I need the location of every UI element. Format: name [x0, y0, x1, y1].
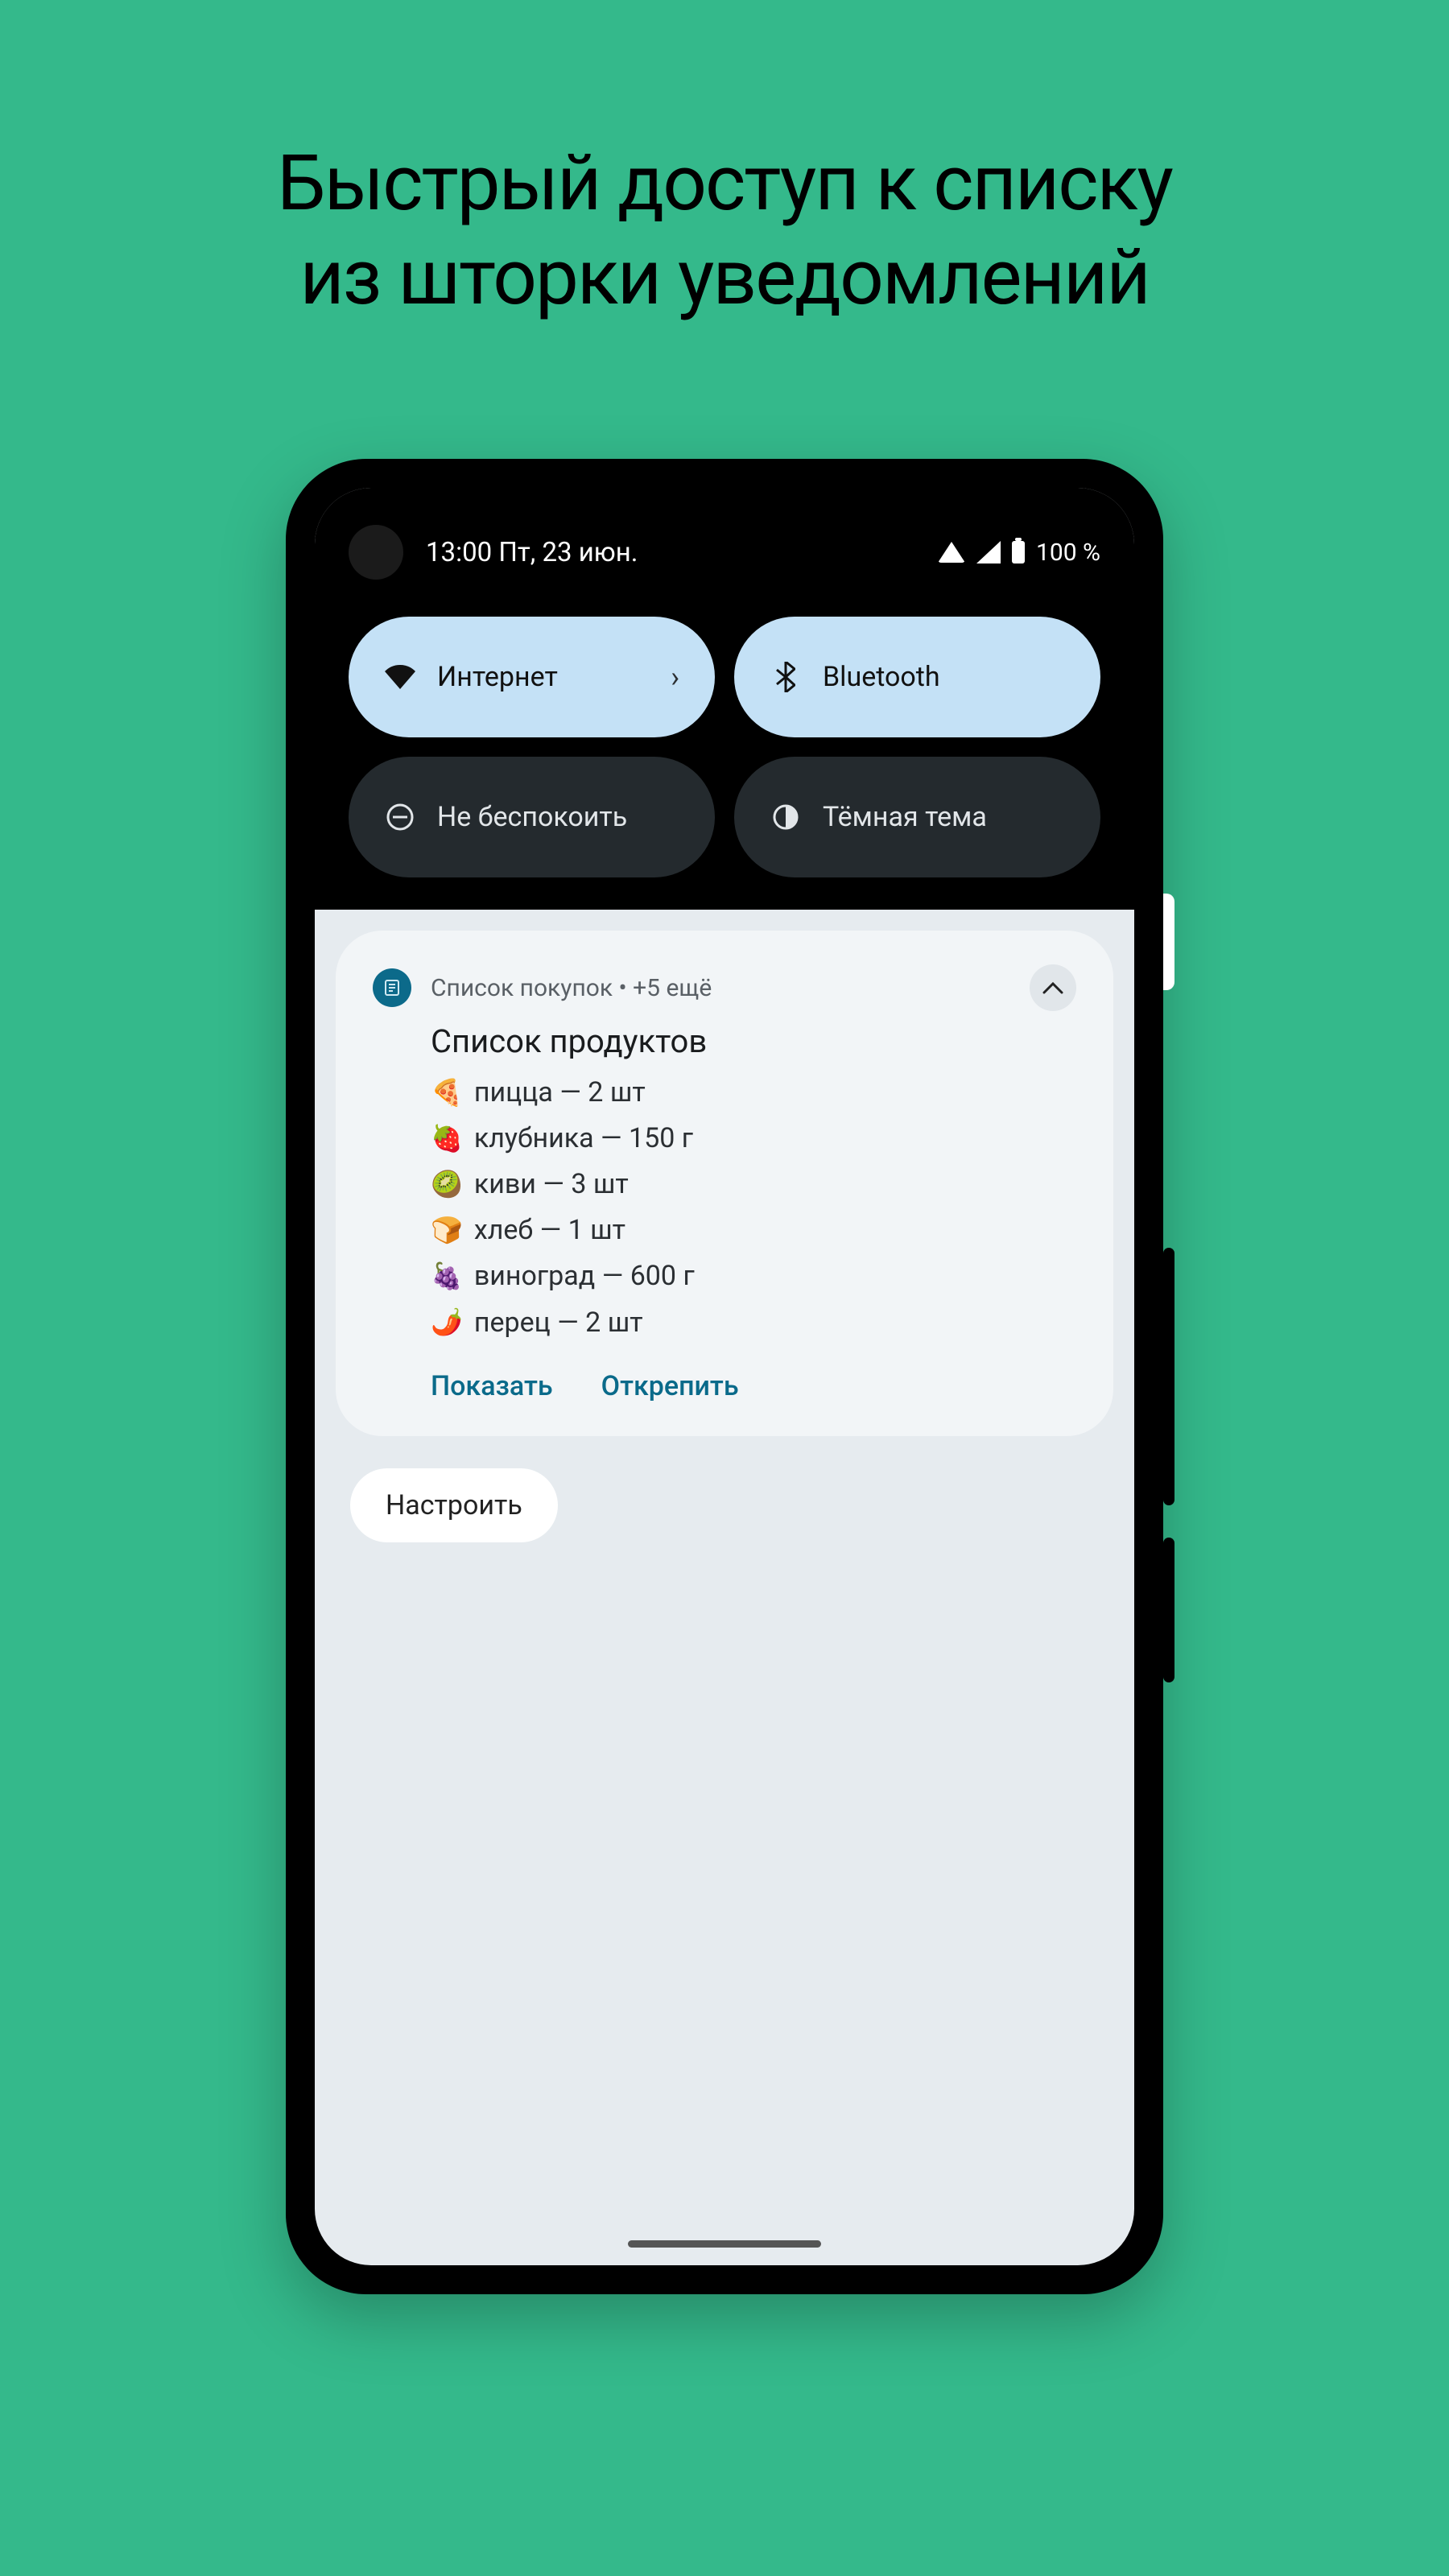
- app-icon: [373, 968, 411, 1007]
- page-title: Быстрый доступ к списку из шторки уведом…: [0, 0, 1449, 325]
- qs-tile-dnd[interactable]: Не беспокоить: [349, 757, 715, 877]
- item-emoji: 🍕: [431, 1071, 463, 1115]
- status-icons: 100 %: [938, 539, 1100, 567]
- phone-screen: 13:00 Пт, 23 июн. 100 % Интернет ›: [315, 488, 1134, 2265]
- notification-actions: Показать Открепить: [373, 1346, 1076, 1402]
- status-clock: 13:00 Пт, 23 июн.: [423, 537, 919, 568]
- notification-title: Список продуктов: [431, 1022, 1076, 1060]
- bluetooth-icon: [770, 661, 802, 693]
- list-item: 🌶️ перец — 2 шт: [431, 1300, 1076, 1346]
- dark-theme-icon: [770, 801, 802, 833]
- action-show[interactable]: Показать: [431, 1370, 553, 1402]
- qs-tile-bluetooth[interactable]: Bluetooth: [734, 617, 1100, 737]
- battery-text: 100 %: [1036, 539, 1100, 567]
- notification-header: Список покупок • +5 ещё: [373, 964, 1076, 1011]
- qs-label: Bluetooth: [823, 661, 1065, 693]
- volume-button: [1163, 1538, 1174, 1682]
- battery-icon: [1012, 541, 1025, 564]
- volume-button: [1163, 1248, 1174, 1505]
- qs-tile-internet[interactable]: Интернет ›: [349, 617, 715, 737]
- dnd-icon: [384, 801, 416, 833]
- notification-shade-header: 13:00 Пт, 23 июн. 100 % Интернет ›: [315, 488, 1134, 910]
- item-emoji: 🍇: [431, 1255, 463, 1298]
- quick-settings: Интернет › Bluetooth Не беспокоить: [349, 617, 1100, 877]
- front-camera: [349, 525, 403, 580]
- configure-button[interactable]: Настроить: [350, 1468, 558, 1542]
- item-emoji: 🍞: [431, 1209, 463, 1253]
- collapse-button[interactable]: [1030, 964, 1076, 1011]
- hero-line2: из шторки уведомлений: [0, 231, 1449, 325]
- status-bar: 13:00 Пт, 23 июн. 100 %: [349, 520, 1100, 617]
- list-item: 🍓клубника — 150 г: [431, 1116, 1076, 1162]
- item-text: клубника — 150 г: [474, 1116, 693, 1162]
- notification-meta: Список покупок • +5 ещё: [431, 974, 1010, 1002]
- item-emoji: 🌶️: [431, 1301, 463, 1344]
- wifi-icon: [384, 661, 416, 693]
- phone-frame: 13:00 Пт, 23 июн. 100 % Интернет ›: [286, 459, 1163, 2294]
- gesture-bar: [628, 2240, 821, 2248]
- notification-body: Список продуктов 🍕пицца — 2 шт🍓клубника …: [373, 1011, 1076, 1346]
- notification-card[interactable]: Список покупок • +5 ещё Список продуктов…: [336, 931, 1113, 1436]
- hero-line1: Быстрый доступ к списку: [0, 137, 1449, 231]
- item-text: киви — 3 шт: [474, 1162, 629, 1208]
- list-item: 🥝киви — 3 шт: [431, 1162, 1076, 1208]
- chevron-right-icon: ›: [671, 660, 679, 694]
- power-button: [1163, 894, 1174, 990]
- list-item: 🍞хлеб — 1 шт: [431, 1208, 1076, 1253]
- item-text: перец — 2 шт: [474, 1300, 643, 1346]
- item-text: пицца — 2 шт: [474, 1070, 646, 1116]
- qs-label: Не беспокоить: [437, 801, 679, 833]
- cell-icon: [976, 541, 1001, 564]
- qs-label: Тёмная тема: [823, 801, 1065, 833]
- item-text: виноград — 600 г: [474, 1253, 695, 1299]
- list-item: 🍕пицца — 2 шт: [431, 1070, 1076, 1116]
- qs-label: Интернет: [437, 661, 650, 693]
- item-text: хлеб — 1 шт: [474, 1208, 625, 1253]
- chevron-up-icon: [1042, 981, 1063, 994]
- notification-meta-suffix: • +5 ещё: [613, 974, 712, 1002]
- item-emoji: 🥝: [431, 1163, 463, 1207]
- wifi-icon: [938, 542, 965, 563]
- notification-app-name: Список покупок: [431, 974, 613, 1002]
- action-unpin[interactable]: Открепить: [601, 1370, 739, 1402]
- list-item: 🍇 виноград — 600 г: [431, 1253, 1076, 1299]
- qs-tile-dark-theme[interactable]: Тёмная тема: [734, 757, 1100, 877]
- item-emoji: 🍓: [431, 1117, 463, 1161]
